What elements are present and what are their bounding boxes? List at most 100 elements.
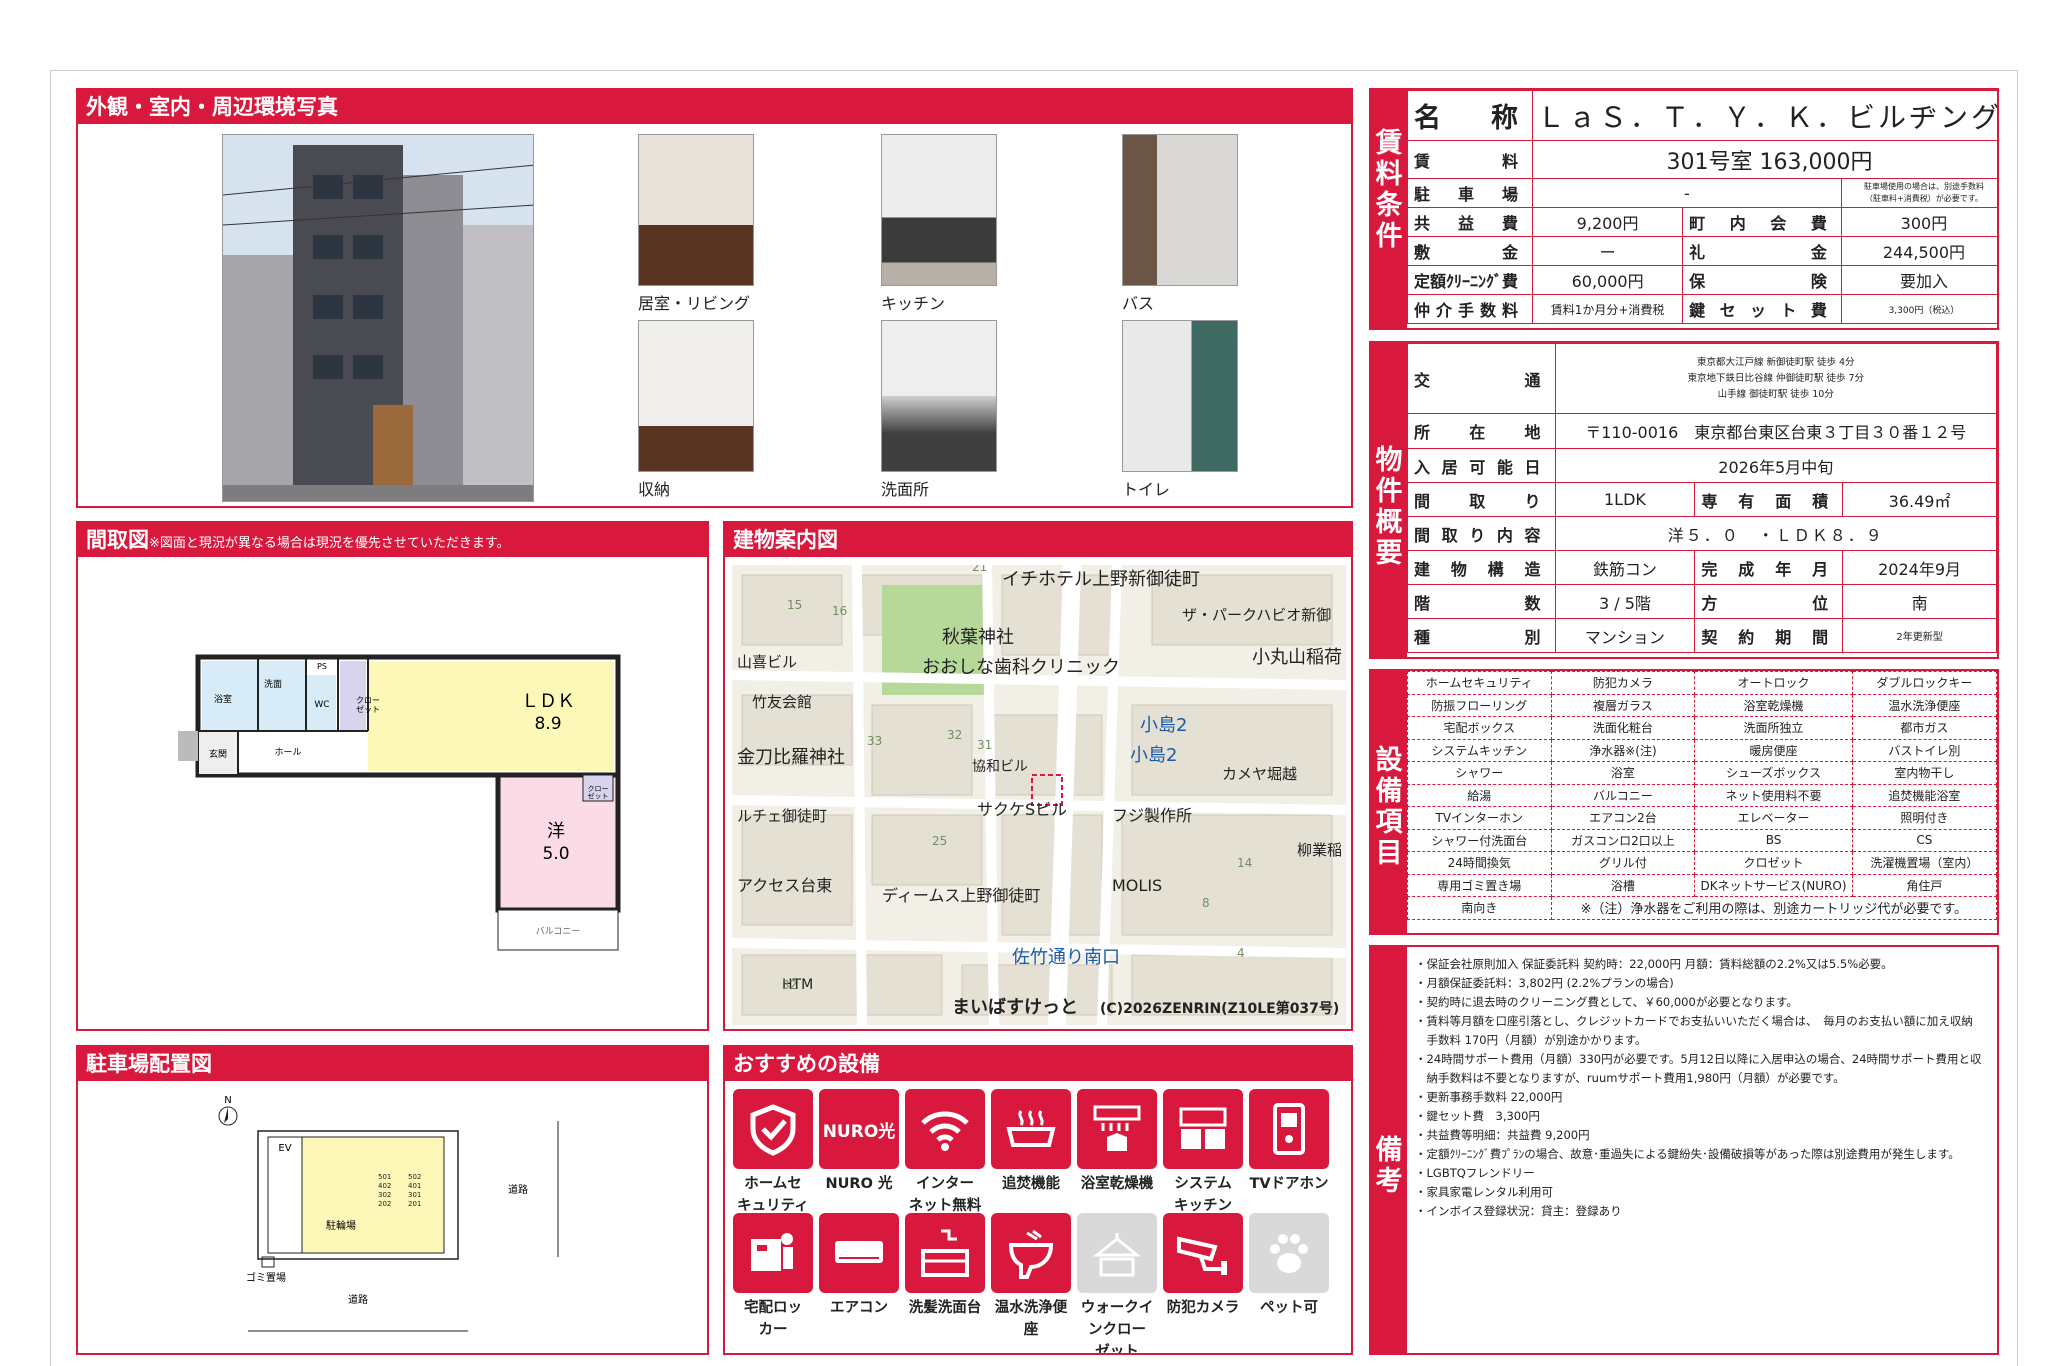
cleaning-fee-label: 定額ｸﾘｰﾆﾝｸﾞ費 [1406, 265, 1534, 295]
map-label: サクケSビル [977, 800, 1067, 819]
north-label: N [224, 1095, 231, 1106]
map-number: 8 [1202, 896, 1210, 910]
map-label: おおしな歯科クリニック [922, 657, 1120, 678]
garbage-label: ゴミ置場 [246, 1271, 286, 1284]
equipment-item: 給湯 [1407, 783, 1552, 807]
equipment-item: 浴室 [1550, 761, 1696, 785]
equipment-item: シャワー [1407, 761, 1552, 785]
photos-title: 外観・室内・周辺環境写真 [78, 90, 1351, 124]
map-number: 21 [972, 565, 987, 574]
nuro-text: NURO光 [822, 1121, 896, 1142]
equipment-item: 温水洗浄便座 [1851, 693, 1997, 717]
floorplan-title: 間取図 [86, 528, 149, 552]
feature-label: 宅配ロッ カー [744, 1300, 802, 1338]
equipment-item: 洗濯機置場（室内） [1851, 851, 1997, 875]
feature-label: 温水洗浄便 座 [994, 1300, 1068, 1338]
road-bottom-label: 道路 [348, 1293, 368, 1306]
area-map[interactable]: イチホテル上野新御徒町 ザ・パークハビオ新御 秋葉神社 おおしな歯科クリニック … [732, 565, 1346, 1025]
sheet: 外観・室内・周辺環境写真 居室・リビング キッチン バス 収納 洗面所 トイレ … [50, 70, 2018, 1366]
equipment-item: シャワー付洗面台 [1407, 828, 1552, 852]
bath-photo[interactable] [1122, 134, 1238, 286]
equipment-item: TVインターホン [1407, 806, 1552, 830]
unit-number: 201 [408, 1200, 421, 1208]
camera-icon [1163, 1213, 1243, 1293]
built-value: 2024年9月 [1842, 550, 1997, 585]
map-copyright: (C)2026ZENRIN(Z10LE第037号) [1100, 1000, 1339, 1017]
room-label-ps: PS [317, 662, 327, 671]
shield-icon [733, 1089, 813, 1169]
rent-label: 賃料 [1406, 140, 1534, 179]
map-label: フジ製作所 [1112, 806, 1192, 825]
insurance-label: 保険 [1682, 265, 1842, 295]
remark-line: ・契約時に退去時のクリーニング費として、￥60,000が必要となります。 [1415, 995, 1798, 1009]
photo-caption: 居室・リビング [638, 294, 751, 313]
equipment-item: エアコン2台 [1550, 806, 1696, 830]
equipment-item: システムキッチン [1407, 738, 1552, 762]
address-value: 〒110-0016 東京都台東区台東３丁目３０番１２号 [1554, 413, 1997, 449]
feature-label: 追焚機能 [1002, 1176, 1060, 1192]
area-label: 専有面積 [1694, 482, 1844, 517]
parking-value: - [1532, 178, 1842, 208]
intercom-icon [1249, 1089, 1329, 1169]
name-label: 名称 [1406, 90, 1534, 141]
unit-number: 402 [378, 1182, 391, 1190]
feature-label: TVドアホン [1249, 1176, 1329, 1192]
room-label-entrance: 玄関 [209, 748, 227, 760]
kitchen-photo[interactable] [881, 134, 997, 286]
layout-detail-value: 洋５．０ ・ＬＤＫ８．９ [1554, 516, 1997, 551]
key-set-label: 鍵セット費 [1682, 294, 1842, 324]
map-label: 小島2 [1130, 745, 1177, 766]
access-line: 東京都大江戸線 新御徒町駅 徒歩 4分 [1696, 356, 1855, 368]
key-money-label: 礼金 [1682, 236, 1842, 266]
access-label: 交通 [1407, 343, 1556, 414]
parking-title: 駐車場配置図 [78, 1047, 707, 1081]
map-panel: 建物案内図 イチホテル上野新御徒町 ザ・パークハビオ新御 秋葉神社 おおしな歯科… [723, 521, 1353, 1031]
equipment-item: 角住戸 [1851, 873, 1997, 897]
locker-icon [733, 1213, 813, 1293]
photo-caption: キッチン [881, 294, 946, 313]
living-photo[interactable] [638, 134, 754, 286]
remark-line: ・保証会社原則加入 保証委託料 契約時：22,000円 月額：賃料総額の2.2%… [1415, 957, 1893, 971]
washroom-photo[interactable] [881, 320, 997, 472]
storage-photo[interactable] [638, 320, 754, 472]
floorplan-note: ※図面と現況が異なる場合は現況を優先させていただきます。 [149, 536, 510, 551]
brokerage-value: 賃料1か月分+消費税 [1532, 294, 1684, 324]
room-label-ldk: ＬＤＫ [521, 691, 575, 712]
room-label-hall: ホール [274, 747, 301, 758]
features-panel: おすすめの設備 ホームセ キュリティ NURO光 NURO 光インター ネット無料 追… [723, 1045, 1353, 1355]
map-label: MOLIS [1112, 876, 1162, 895]
common-fee-value: 9,200円 [1532, 207, 1684, 237]
built-label: 完成年月 [1694, 550, 1844, 585]
rent-panel: 賃料条件 名称 ＬａＳ．Ｔ．Ｙ．Ｋ．ビルヂング 賃料 301号室 163,000円 … [1369, 88, 1999, 330]
map-number: 32 [947, 728, 962, 742]
closet-icon [1077, 1213, 1157, 1293]
room-label-washroom: 洗面 [264, 678, 282, 690]
room-label-wc: WC [314, 700, 329, 710]
room-label-western: 洋 [547, 821, 565, 842]
equipment-panel: 設備項目 ホームセキュリティ 防犯カメラ オートロック ダブルロックキー 防振フローリン… [1369, 669, 1999, 935]
building-name: ＬａＳ．Ｔ．Ｙ．Ｋ．ビルヂング [1532, 90, 1997, 141]
photo-caption: バス [1122, 294, 1155, 313]
equipment-item: バルコニー [1550, 783, 1696, 807]
wifi-icon [905, 1089, 985, 1169]
map-label: イチホテル上野新御徒町 [1002, 569, 1200, 590]
equipment-item: 浴槽 [1550, 873, 1696, 897]
equipment-item: ホームセキュリティ [1407, 671, 1552, 695]
equipment-item: グリル付 [1550, 851, 1696, 875]
floor-value: 3 / 5階 [1554, 584, 1696, 619]
unit-number: 501 [378, 1173, 391, 1181]
map-number: 31 [977, 738, 992, 752]
map-label: 金刀比羅神社 [737, 747, 845, 768]
feature-label: ペット可 [1260, 1300, 1318, 1316]
direction-value: 南 [1842, 584, 1997, 619]
layout-detail-label: 間取り内容 [1407, 516, 1556, 551]
exterior-photo[interactable] [222, 134, 534, 502]
remark-line: ・定額ｸﾘｰﾆﾝｸﾞ費ﾌﾟﾗﾝの場合、故意･重過失による鍵紛失･設備破損等があっ… [1415, 1147, 1960, 1161]
feature-label: 浴室乾燥機 [1080, 1176, 1154, 1192]
map-number: 33 [867, 734, 882, 748]
photos-panel: 外観・室内・周辺環境写真 居室・リビング キッチン バス 収納 洗面所 トイレ [76, 88, 1353, 508]
parking-label: 駐車場 [1406, 178, 1534, 208]
room-label-closet: クローゼット [356, 696, 380, 714]
toilet-photo[interactable] [1122, 320, 1238, 472]
equipment-item: 浄水器※(注) [1550, 738, 1696, 762]
